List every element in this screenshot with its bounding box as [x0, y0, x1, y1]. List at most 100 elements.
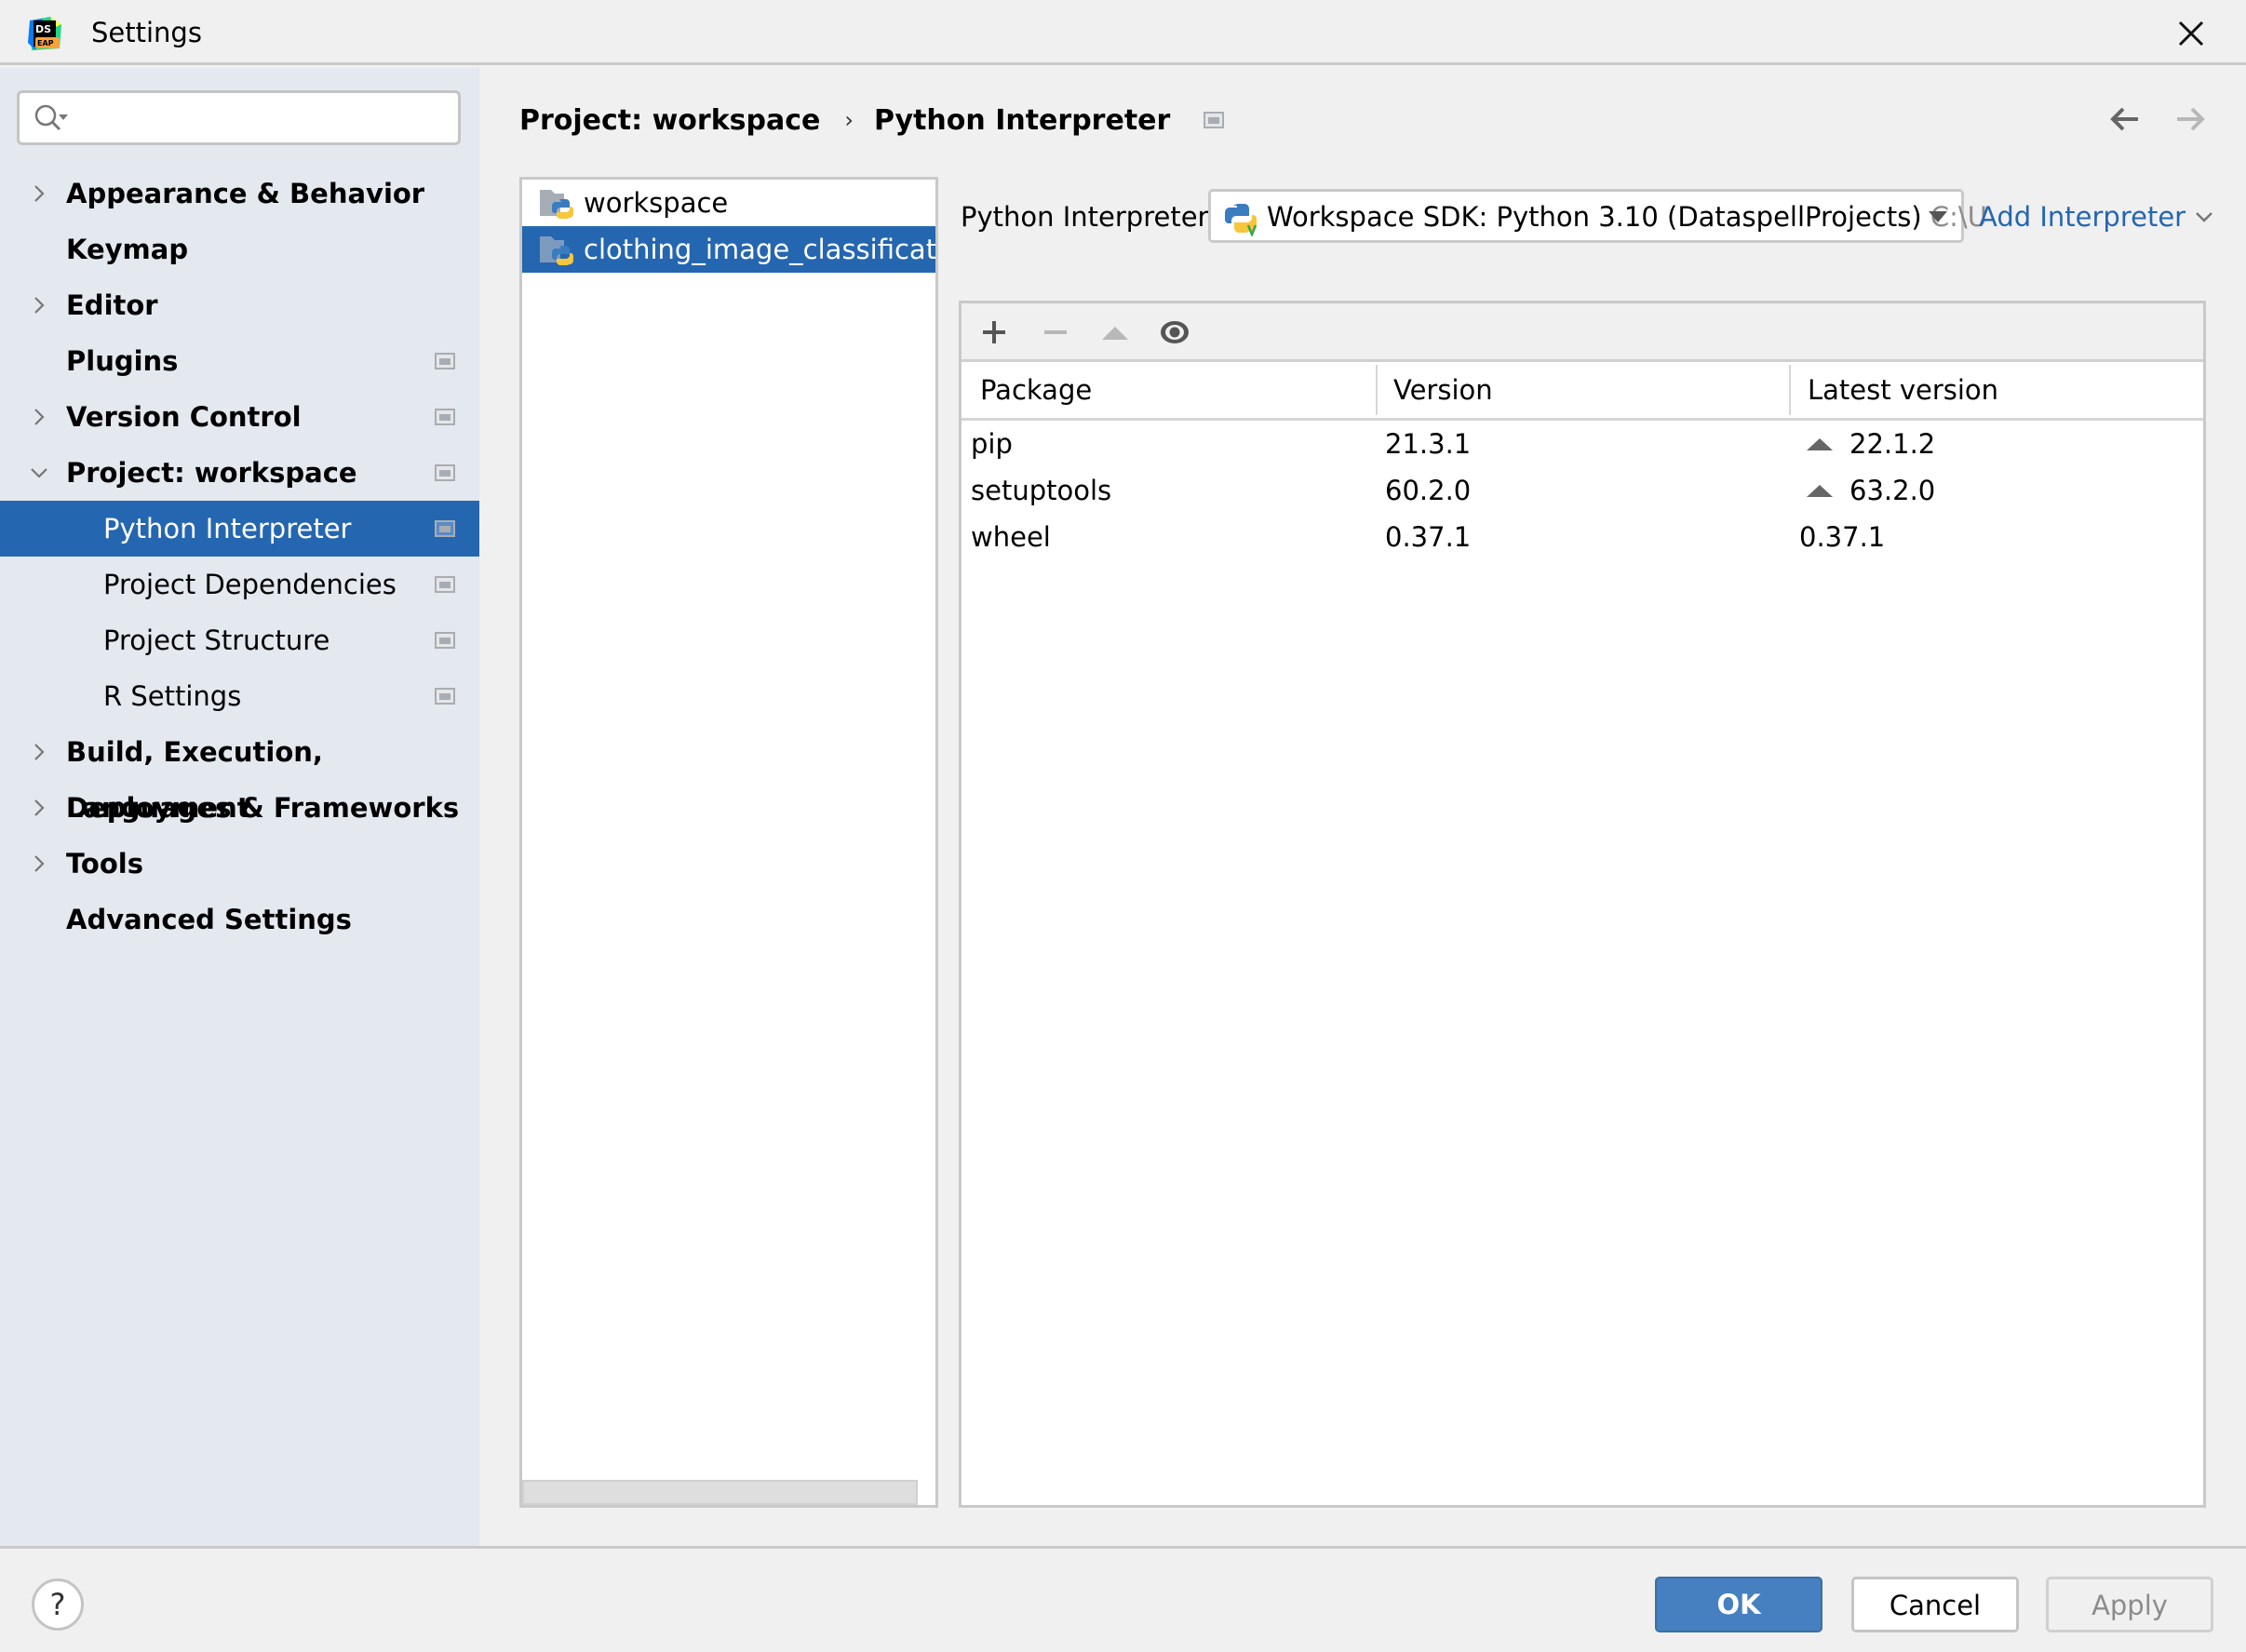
- sidebar-item-label: Project Dependencies: [103, 569, 397, 600]
- project-name: workspace: [584, 187, 729, 219]
- table-body: pip 21.3.1 22.1.2 setuptools 60.2.0 63.2.0 whe…: [962, 421, 2203, 560]
- sidebar-item-label: Appearance & Behavior: [66, 178, 425, 209]
- breadcrumb: Project: workspace › Python Interpreter: [519, 101, 1225, 139]
- table-row[interactable]: pip 21.3.1 22.1.2: [962, 421, 2203, 467]
- back-arrow-icon[interactable]: [2106, 103, 2144, 135]
- sidebar-item-appearance-behavior[interactable]: Appearance & Behavior: [0, 166, 479, 222]
- add-icon[interactable]: [978, 316, 1010, 348]
- sidebar-item-plugins[interactable]: Plugins: [0, 333, 479, 389]
- sidebar-item-build-execution-deployment[interactable]: Build, Execution, Deployment: [0, 724, 479, 824]
- chevron-right-icon[interactable]: [30, 296, 48, 315]
- dropdown-caret-icon: [1929, 211, 1947, 222]
- packages-table: Package Version Latest version pip 21.3.1…: [959, 301, 2206, 1508]
- chevron-right-icon[interactable]: [30, 184, 48, 203]
- project-name: clothing_image_classification: [584, 234, 935, 265]
- package-latest-version: 0.37.1: [1799, 514, 1885, 560]
- breadcrumb-parent[interactable]: Project: workspace: [519, 104, 820, 137]
- sidebar-item-project-structure[interactable]: Project Structure: [0, 612, 479, 668]
- chevron-right-icon[interactable]: [30, 408, 48, 426]
- sidebar-item-tools[interactable]: Tools: [0, 836, 479, 892]
- column-header-latest-version[interactable]: Latest version: [1808, 362, 1998, 418]
- settings-tree: Appearance & Behavior Keymap Editor Plugins…: [0, 166, 479, 947]
- package-latest-version: 63.2.0: [1807, 467, 1935, 514]
- latest-version-text: 63.2.0: [1849, 475, 1936, 506]
- title-bar: DS EAP Settings: [0, 0, 2246, 65]
- chevron-right-icon[interactable]: [30, 799, 48, 817]
- sidebar-item-project-dependencies[interactable]: Project Dependencies: [0, 557, 479, 612]
- sidebar-item-label: Keymap: [66, 234, 189, 265]
- sidebar-item-label: Tools: [66, 848, 143, 880]
- python-folder-icon: [540, 190, 573, 219]
- sidebar-item-python-interpreter[interactable]: Python Interpreter: [0, 501, 479, 557]
- sidebar-item-advanced-settings[interactable]: Advanced Settings: [0, 892, 479, 947]
- ok-button[interactable]: OK: [1655, 1577, 1822, 1632]
- column-header-package[interactable]: Package: [980, 362, 1092, 418]
- python-folder-icon: [540, 236, 573, 265]
- chevron-right-icon[interactable]: [30, 854, 48, 873]
- horizontal-scrollbar[interactable]: [522, 1480, 918, 1505]
- main-panel: Project: workspace › Python Interpreter …: [479, 68, 2246, 1546]
- breadcrumb-separator: ›: [844, 107, 854, 133]
- column-divider[interactable]: [1376, 365, 1378, 415]
- sidebar-item-label: Project Structure: [103, 625, 330, 656]
- project-item[interactable]: workspace: [522, 180, 935, 226]
- eye-icon[interactable]: [1159, 316, 1190, 348]
- column-header-version[interactable]: Version: [1393, 362, 1493, 418]
- cancel-button[interactable]: Cancel: [1851, 1577, 2019, 1632]
- project-scope-icon: [435, 576, 455, 593]
- search-input[interactable]: [17, 90, 461, 145]
- interpreter-label: Python Interpreter:: [961, 201, 1217, 233]
- table-row[interactable]: wheel 0.37.1 0.37.1: [962, 514, 2203, 560]
- sidebar-item-editor[interactable]: Editor: [0, 277, 479, 333]
- sidebar-item-version-control[interactable]: Version Control: [0, 389, 479, 445]
- project-scope-icon: [435, 409, 455, 425]
- column-divider[interactable]: [1789, 365, 1791, 415]
- sidebar-item-languages-frameworks[interactable]: Languages & Frameworks: [0, 780, 479, 836]
- sidebar-item-keymap[interactable]: Keymap: [0, 222, 479, 277]
- project-scope-icon: [435, 688, 455, 705]
- project-list: workspace clothing_image_classification: [519, 177, 938, 1508]
- sidebar-item-r-settings[interactable]: R Settings: [0, 668, 479, 724]
- table-header: Package Version Latest version: [962, 362, 2203, 421]
- help-button[interactable]: ?: [32, 1578, 84, 1631]
- python-venv-icon: [1225, 204, 1257, 236]
- breadcrumb-current: Python Interpreter: [873, 103, 1171, 137]
- sidebar-item-project-workspace[interactable]: Project: workspace: [0, 445, 479, 501]
- chevron-down-icon: [2196, 212, 2212, 222]
- package-version: 21.3.1: [1385, 428, 1472, 460]
- add-interpreter-link[interactable]: Add Interpreter: [1979, 201, 2213, 233]
- upgrade-icon[interactable]: [1099, 316, 1131, 348]
- sidebar-item-label: Languages & Frameworks: [66, 792, 460, 824]
- table-row[interactable]: setuptools 60.2.0 63.2.0: [962, 467, 2203, 514]
- project-scope-icon: [435, 520, 455, 537]
- interpreter-name: Workspace SDK: Python 3.10 (DataspellPro…: [1267, 201, 1922, 233]
- settings-sidebar: Appearance & Behavior Keymap Editor Plugins…: [0, 68, 479, 1546]
- apply-button[interactable]: Apply: [2046, 1577, 2213, 1632]
- forward-arrow-icon[interactable]: [2172, 103, 2209, 135]
- sidebar-item-label: Project: workspace: [66, 457, 357, 489]
- svg-text:EAP: EAP: [37, 39, 54, 47]
- sidebar-item-label: Version Control: [66, 401, 302, 433]
- close-icon[interactable]: [2174, 17, 2208, 50]
- project-scope-icon: [435, 632, 455, 649]
- upgrade-available-icon[interactable]: [1807, 483, 1833, 498]
- upgrade-available-icon[interactable]: [1807, 437, 1833, 451]
- interpreter-dropdown[interactable]: Workspace SDK: Python 3.10 (DataspellPro…: [1208, 189, 1987, 243]
- add-interpreter-label: Add Interpreter: [1979, 201, 2186, 233]
- dialog-footer: ? OK Cancel Apply: [0, 1546, 2246, 1652]
- latest-version-text: 22.1.2: [1849, 428, 1936, 460]
- chevron-down-icon[interactable]: [30, 463, 48, 482]
- sidebar-item-label: Advanced Settings: [66, 904, 352, 935]
- project-scope-icon: [1204, 112, 1225, 128]
- remove-icon[interactable]: [1040, 316, 1071, 348]
- package-latest-version: 22.1.2: [1807, 421, 1935, 467]
- dataspell-logo-icon: DS EAP: [28, 17, 61, 50]
- sidebar-item-label: R Settings: [103, 680, 242, 712]
- packages-toolbar: [962, 303, 2203, 362]
- project-scope-icon: [435, 464, 455, 481]
- chevron-right-icon[interactable]: [30, 743, 48, 761]
- package-version: 0.37.1: [1385, 521, 1472, 553]
- project-item[interactable]: clothing_image_classification: [522, 226, 935, 273]
- package-name: wheel: [971, 521, 1051, 553]
- search-icon: [34, 104, 68, 131]
